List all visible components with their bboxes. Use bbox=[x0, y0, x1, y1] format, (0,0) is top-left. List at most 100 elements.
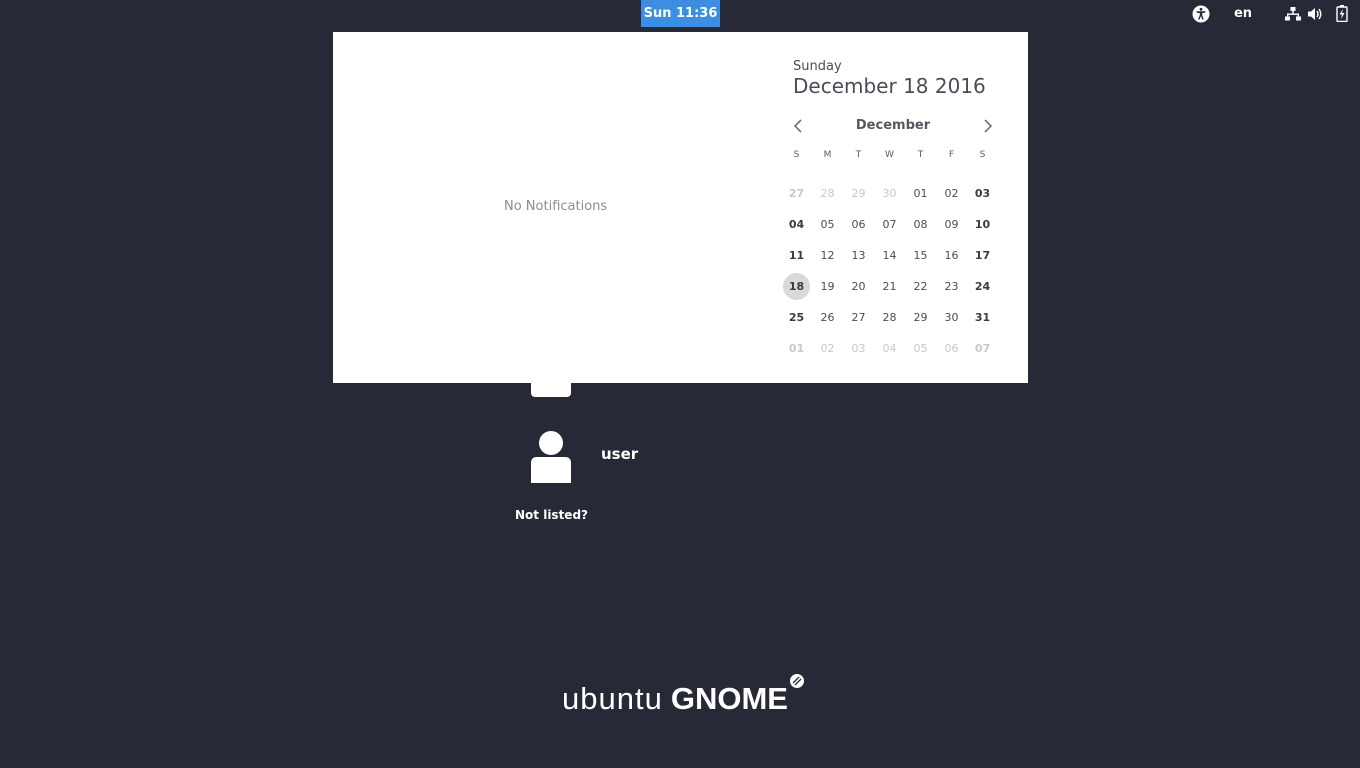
calendar-day-number: 31 bbox=[974, 311, 991, 324]
weekday-header: T bbox=[855, 150, 862, 160]
calendar-day-number: 05 bbox=[820, 218, 835, 231]
calendar-day[interactable]: 05 bbox=[812, 209, 843, 240]
next-month-button[interactable] bbox=[978, 116, 998, 136]
calendar-day-number: 19 bbox=[820, 280, 835, 293]
not-listed-button[interactable]: Not listed? bbox=[515, 508, 588, 522]
calendar-day[interactable]: 30 bbox=[936, 302, 967, 333]
calendar-day-number: 10 bbox=[974, 218, 991, 231]
calendar-day[interactable]: 22 bbox=[905, 271, 936, 302]
calendar-day[interactable]: 17 bbox=[967, 240, 998, 271]
calendar-day[interactable]: 19 bbox=[812, 271, 843, 302]
calendar-day-number: 21 bbox=[882, 280, 897, 293]
calendar-day[interactable]: 06 bbox=[936, 333, 967, 364]
calendar-day[interactable]: 25 bbox=[781, 302, 812, 333]
calendar-day-grid: 27 28 29 30 01 02 03 04 05 06 07 08 09 10 11 12 13 14 15 16… bbox=[781, 178, 998, 364]
calendar-day[interactable]: 08 bbox=[905, 209, 936, 240]
calendar-day-number: 11 bbox=[788, 249, 805, 262]
calendar-day-number: 06 bbox=[944, 342, 959, 355]
calendar-day[interactable]: 27 bbox=[781, 178, 812, 209]
calendar-day[interactable]: 26 bbox=[812, 302, 843, 333]
calendar-day[interactable]: 12 bbox=[812, 240, 843, 271]
calendar-day[interactable]: 02 bbox=[812, 333, 843, 364]
month-label: December bbox=[855, 118, 931, 133]
calendar-day-number: 29 bbox=[913, 311, 928, 324]
user-avatar-icon bbox=[531, 431, 571, 483]
calendar-day[interactable]: 02 bbox=[936, 178, 967, 209]
calendar-day[interactable]: 30 bbox=[874, 178, 905, 209]
calendar-day[interactable]: 07 bbox=[967, 333, 998, 364]
calendar-day[interactable]: 31 bbox=[967, 302, 998, 333]
calendar-day-number: 30 bbox=[882, 187, 897, 200]
calendar-day-number: 03 bbox=[851, 342, 866, 355]
calendar-day[interactable]: 16 bbox=[936, 240, 967, 271]
notifications-empty-label: No Notifications bbox=[504, 199, 608, 214]
calendar-day[interactable]: 29 bbox=[843, 178, 874, 209]
ubuntu-gnome-logo: ubuntu GNOME bbox=[562, 674, 805, 721]
logo-gnome-text: GNOME bbox=[670, 681, 788, 716]
weekday-header: W bbox=[885, 150, 894, 160]
date-weekday-label[interactable]: Sunday bbox=[793, 59, 842, 74]
user-list-item[interactable] bbox=[529, 430, 573, 484]
calendar-day-number: 24 bbox=[974, 280, 991, 293]
calendar-day-number: 09 bbox=[944, 218, 959, 231]
calendar-day[interactable]: 05 bbox=[905, 333, 936, 364]
calendar-day-number: 07 bbox=[882, 218, 897, 231]
volume-button[interactable] bbox=[1302, 0, 1328, 27]
calendar-day-number: 02 bbox=[944, 187, 959, 200]
weekday-header: S bbox=[979, 150, 986, 160]
calendar-day-number: 27 bbox=[788, 187, 805, 200]
date-full-label[interactable]: December 18 2016 bbox=[793, 74, 986, 98]
calendar-day[interactable]: 23 bbox=[936, 271, 967, 302]
user-name-label[interactable]: user bbox=[601, 445, 638, 463]
calendar-day[interactable]: 03 bbox=[843, 333, 874, 364]
calendar-day-number: 26 bbox=[820, 311, 835, 324]
calendar-day[interactable]: 27 bbox=[843, 302, 874, 333]
calendar-day-number: 13 bbox=[851, 249, 866, 262]
calendar-day-number: 12 bbox=[820, 249, 835, 262]
calendar-day[interactable]: 28 bbox=[812, 178, 843, 209]
calendar-day[interactable]: 29 bbox=[905, 302, 936, 333]
calendar-day[interactable]: 01 bbox=[781, 333, 812, 364]
calendar-day[interactable]: 20 bbox=[843, 271, 874, 302]
calendar-day[interactable]: 07 bbox=[874, 209, 905, 240]
calendar-day[interactable]: 21 bbox=[874, 271, 905, 302]
calendar-day-number: 22 bbox=[913, 280, 928, 293]
calendar-day[interactable]: 10 bbox=[967, 209, 998, 240]
calendar-day[interactable]: 14 bbox=[874, 240, 905, 271]
calendar-day[interactable]: 09 bbox=[936, 209, 967, 240]
language-indicator[interactable]: en bbox=[1218, 0, 1268, 27]
calendar-day-number: 07 bbox=[974, 342, 991, 355]
calendar-day[interactable]: 04 bbox=[781, 209, 812, 240]
calendar-day[interactable]: 11 bbox=[781, 240, 812, 271]
weekday-header-row: S M T W T F S bbox=[781, 150, 998, 162]
calendar-popover: No Notifications Sunday December 18 2016… bbox=[333, 32, 1028, 383]
calendar-day-number: 02 bbox=[820, 342, 835, 355]
calendar-day-number: 08 bbox=[913, 218, 928, 231]
weekday-header: M bbox=[823, 150, 832, 160]
chevron-right-icon bbox=[984, 119, 993, 133]
calendar-day[interactable]: 04 bbox=[874, 333, 905, 364]
calendar-day-number: 16 bbox=[944, 249, 959, 262]
top-bar: Sun 11:36 en bbox=[0, 0, 1360, 27]
calendar-day-number: 23 bbox=[944, 280, 959, 293]
clock-button[interactable]: Sun 11:36 bbox=[641, 0, 720, 27]
calendar-day[interactable]: 01 bbox=[905, 178, 936, 209]
weekday-header: F bbox=[948, 150, 955, 160]
network-button[interactable] bbox=[1284, 0, 1302, 27]
volume-icon bbox=[1308, 7, 1322, 20]
calendar-day-number: 06 bbox=[851, 218, 866, 231]
calendar-day[interactable]: 06 bbox=[843, 209, 874, 240]
calendar-day[interactable]: 28 bbox=[874, 302, 905, 333]
calendar-day[interactable]: 24 bbox=[967, 271, 998, 302]
accessibility-button[interactable] bbox=[1184, 0, 1218, 27]
calendar-day-number: 04 bbox=[788, 218, 805, 231]
calendar-header: December bbox=[788, 116, 998, 136]
calendar-day-number: 14 bbox=[882, 249, 897, 262]
calendar-day[interactable]: 18 bbox=[781, 271, 812, 302]
calendar-day[interactable]: 13 bbox=[843, 240, 874, 271]
calendar-day[interactable]: 15 bbox=[905, 240, 936, 271]
network-icon bbox=[1285, 6, 1301, 20]
battery-button[interactable] bbox=[1328, 0, 1356, 27]
calendar-day-number: 17 bbox=[974, 249, 991, 262]
calendar-day[interactable]: 03 bbox=[967, 178, 998, 209]
